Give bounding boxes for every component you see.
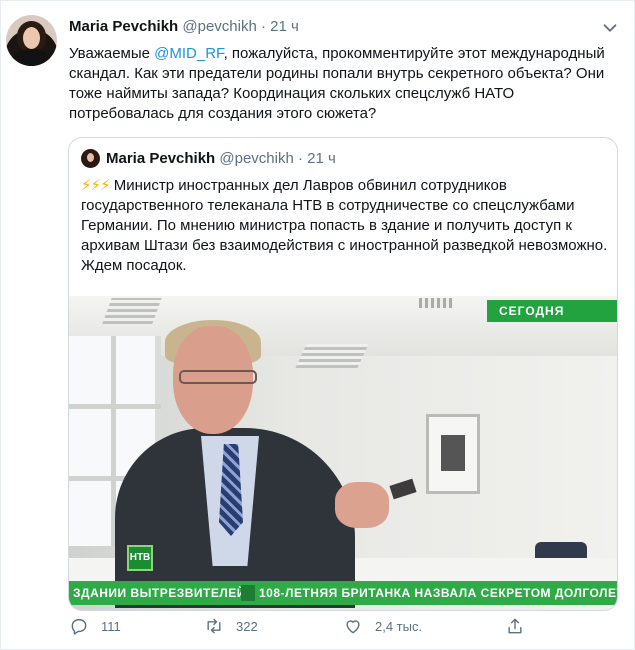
quoted-author-name: Maria Pevchikh bbox=[106, 150, 216, 167]
share-button[interactable] bbox=[505, 613, 525, 639]
ticker-separator bbox=[241, 585, 255, 601]
video-person-glasses bbox=[179, 370, 257, 384]
reply-count: 111 bbox=[101, 618, 121, 634]
video-frame[interactable]: СЕГОДНЯ НТВ ЗДАНИИ ВЫТРЕЗВИТЕЛЕЙ 108-ЛЕТ… bbox=[69, 296, 617, 610]
tweet-text-start: Уважаемые bbox=[69, 45, 155, 62]
author-name[interactable]: Maria Pevchikh bbox=[69, 18, 178, 35]
video-ceiling-vent bbox=[295, 344, 369, 368]
tweet-card[interactable]: Maria Pevchikh @pevchikh · 21 ч Уважаемы… bbox=[0, 0, 635, 650]
retweet-count: 322 bbox=[236, 618, 258, 634]
quoted-separator: · bbox=[298, 150, 303, 167]
quoted-author-avatar bbox=[81, 149, 100, 168]
quoted-time: 21 ч bbox=[307, 150, 336, 167]
mention-link[interactable]: @MID_RF bbox=[154, 45, 223, 62]
share-icon bbox=[508, 618, 522, 634]
video-corner-label: СЕГОДНЯ bbox=[487, 300, 617, 322]
header-separator: · bbox=[261, 18, 266, 35]
tweet-actions: 111 322 2,4 тыс. bbox=[69, 613, 609, 639]
ticker-left-text: ЗДАНИИ ВЫТРЕЗВИТЕЛЕЙ bbox=[73, 586, 246, 600]
video-ceiling-vent bbox=[419, 298, 453, 308]
ticker-right-text: 108-ЛЕТНЯЯ БРИТАНКА НАЗВАЛА СЕКРЕТОМ ДОЛ… bbox=[259, 586, 617, 600]
quoted-author-handle: @pevchikh bbox=[219, 150, 294, 167]
retweet-icon bbox=[207, 618, 221, 634]
tweet-text: Уважаемые @MID_RF, пожалуйста, прокоммен… bbox=[69, 44, 619, 124]
author-handle[interactable]: @pevchikh bbox=[182, 18, 256, 35]
video-news-ticker: ЗДАНИИ ВЫТРЕЗВИТЕЛЕЙ 108-ЛЕТНЯЯ БРИТАНКА… bbox=[69, 581, 617, 605]
avatar-body bbox=[10, 49, 53, 66]
like-button[interactable]: 2,4 тыс. bbox=[343, 613, 422, 639]
quoted-text: ⚡⚡⚡ Министр иностранных дел Лавров обвин… bbox=[81, 176, 609, 276]
lightning-icon: ⚡⚡⚡ bbox=[81, 177, 111, 194]
chevron-down-icon[interactable] bbox=[599, 17, 621, 39]
reply-icon bbox=[71, 619, 87, 635]
video-wall-picture bbox=[426, 414, 480, 494]
ntv-logo: НТВ bbox=[127, 545, 153, 571]
video-person-hand bbox=[335, 482, 389, 528]
avatar-face bbox=[23, 27, 40, 49]
video-ceiling-vent bbox=[102, 298, 162, 324]
quoted-tweet[interactable]: Maria Pevchikh @pevchikh · 21 ч ⚡⚡⚡ Мини… bbox=[68, 137, 618, 611]
quoted-header: Maria Pevchikh @pevchikh · 21 ч bbox=[106, 150, 336, 168]
heart-icon bbox=[346, 620, 360, 634]
like-count: 2,4 тыс. bbox=[375, 618, 423, 634]
author-avatar[interactable] bbox=[6, 15, 57, 66]
retweet-button[interactable]: 322 bbox=[204, 613, 258, 639]
quoted-text-body: Министр иностранных дел Лавров обвинил с… bbox=[81, 177, 608, 274]
reply-button[interactable]: 111 bbox=[69, 613, 121, 639]
tweet-time[interactable]: 21 ч bbox=[270, 18, 299, 35]
tweet-header: Maria Pevchikh @pevchikh · 21 ч bbox=[69, 18, 299, 36]
